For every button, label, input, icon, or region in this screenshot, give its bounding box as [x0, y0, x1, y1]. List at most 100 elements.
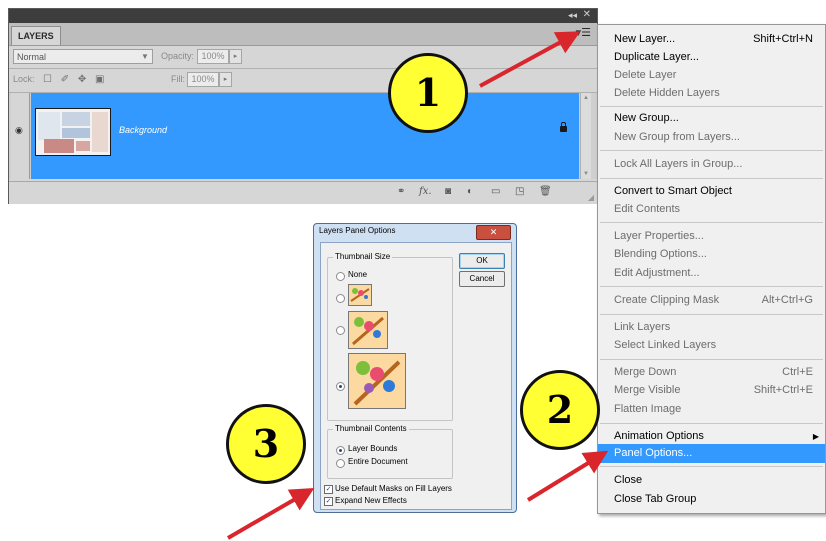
blend-mode-select[interactable]: Normal ▼	[13, 49, 153, 64]
menu-item-flatten-image[interactable]: Flatten Image	[598, 400, 825, 419]
menu-item-delete-layer[interactable]: Delete Layer	[598, 66, 825, 85]
cancel-button[interactable]: Cancel	[459, 271, 505, 287]
thumbnail-size-title: Thumbnail Size	[333, 252, 393, 261]
arrow-to-panel-options	[526, 450, 609, 502]
blend-row: Normal ▼ Opacity: 100% ▸	[9, 46, 597, 68]
fill-field[interactable]: 100%	[187, 72, 219, 87]
menu-item-new-group[interactable]: New Group...	[598, 109, 825, 128]
layer-row-background[interactable]: Background	[31, 93, 579, 179]
radio-thumbnail-medium[interactable]	[336, 326, 345, 335]
menu-item-new-group-from-layers[interactable]: New Group from Layers...	[598, 128, 825, 147]
new-layer-icon[interactable]: ◳	[515, 186, 524, 197]
menu-item-duplicate-layer[interactable]: Duplicate Layer...	[598, 48, 825, 67]
thumbnail-contents-title: Thumbnail Contents	[333, 424, 409, 433]
menu-item-panel-options[interactable]: Panel Options...	[598, 444, 825, 463]
radio-thumbnail-large[interactable]	[336, 382, 345, 391]
menu-item-close-tab-group[interactable]: Close Tab Group	[598, 490, 825, 509]
scroll-up-icon[interactable]: ▲	[583, 95, 589, 101]
menu-item-label: Merge Visible	[614, 384, 681, 396]
menu-item-label: Edit Adjustment...	[614, 267, 700, 279]
expand-new-effects-checkbox[interactable]: ✓	[324, 497, 333, 506]
ok-button[interactable]: OK	[459, 253, 505, 269]
layer-thumbnail	[35, 108, 111, 156]
menu-separator	[600, 359, 823, 360]
menu-separator	[600, 106, 823, 107]
expand-new-effects-label: Expand New Effects	[335, 496, 407, 505]
panel-menu-icon[interactable]: ▾☰	[576, 28, 591, 39]
radio-thumbnail-none[interactable]	[336, 272, 345, 281]
trash-icon[interactable]: 🗑	[539, 186, 552, 197]
menu-item-label: Animation Options	[614, 430, 704, 442]
menu-item-link-layers[interactable]: Link Layers	[598, 318, 825, 337]
menu-item-label: Duplicate Layer...	[614, 51, 699, 63]
dialog-title: Layers Panel Options	[319, 226, 396, 235]
fill-arrow-icon[interactable]: ▸	[219, 72, 232, 87]
menu-item-edit-adjustment[interactable]: Edit Adjustment...	[598, 264, 825, 283]
layers-panel: ◂◂ ✕ LAYERS ▾☰ Normal ▼ Opacity: 100% ▸ …	[8, 8, 598, 204]
menu-item-label: Blending Options...	[614, 248, 707, 260]
radio-entire-document[interactable]	[336, 459, 345, 468]
menu-item-label: Close Tab Group	[614, 493, 697, 505]
layers-panel-menu: New Layer... Shift+Ctrl+N Duplicate Layer…	[597, 24, 826, 514]
layers-list: ◉ Background	[9, 93, 597, 179]
layers-scrollbar[interactable]: ▲ ▼	[580, 93, 591, 179]
menu-item-label: Close	[614, 474, 643, 486]
menu-item-label: New Group...	[614, 112, 679, 124]
menu-item-create-clipping-mask[interactable]: Create Clipping Mask Alt+Ctrl+G	[598, 291, 825, 310]
layer-bounds-label: Layer Bounds	[348, 444, 398, 453]
menu-separator	[600, 222, 823, 223]
menu-item-close[interactable]: Close	[598, 471, 825, 490]
menu-item-label: New Group from Layers...	[614, 131, 740, 143]
new-group-icon[interactable]: ▭	[491, 186, 500, 197]
eye-icon[interactable]: ◉	[15, 125, 23, 136]
thumbnail-size-group: Thumbnail Size None	[327, 252, 453, 421]
adjustment-layer-icon[interactable]: ◐	[467, 186, 473, 197]
menu-item-layer-properties[interactable]: Layer Properties...	[598, 227, 825, 246]
close-icon[interactable]: ✕	[583, 9, 591, 20]
dialog-close-button[interactable]: ✕	[476, 225, 511, 240]
menu-separator	[600, 423, 823, 424]
use-default-masks-checkbox[interactable]: ✓	[324, 485, 333, 494]
menu-item-label: New Layer...	[614, 33, 676, 45]
opacity-field[interactable]: 100%	[197, 49, 229, 64]
none-label: None	[348, 270, 368, 279]
menu-item-delete-hidden-layers[interactable]: Delete Hidden Layers	[598, 84, 825, 103]
radio-layer-bounds[interactable]	[336, 446, 345, 455]
menu-item-lock-all-layers[interactable]: Lock All Layers in Group...	[598, 155, 825, 174]
resize-grip-icon[interactable]: ◢	[588, 193, 594, 202]
opacity-label: Opacity:	[161, 51, 195, 61]
scroll-down-icon[interactable]: ▼	[583, 171, 589, 177]
radio-thumbnail-small[interactable]	[336, 294, 345, 303]
lock-options-icon[interactable]: ☐ ✐ ✥ ▣	[43, 74, 108, 85]
link-layers-icon[interactable]: ⚭	[397, 186, 405, 197]
menu-item-merge-visible[interactable]: Merge Visible Shift+Ctrl+E	[598, 381, 825, 400]
menu-item-label: Convert to Smart Object	[614, 185, 732, 197]
layers-panel-options-dialog: Layers Panel Options ✕ Thumbnail Size No…	[313, 223, 517, 513]
add-mask-icon[interactable]: ◙	[445, 186, 451, 197]
medium-thumbnail-icon	[348, 311, 388, 349]
menu-item-shortcut: Shift+Ctrl+E	[753, 384, 813, 396]
entire-document-label: Entire Document	[348, 457, 408, 466]
menu-separator	[600, 466, 823, 467]
menu-item-blending-options[interactable]: Blending Options...	[598, 245, 825, 264]
collapse-icon[interactable]: ◂◂	[568, 10, 577, 21]
fx-icon[interactable]: fx.	[419, 186, 432, 197]
menu-item-merge-down[interactable]: Merge Down Ctrl+E	[598, 363, 825, 382]
menu-item-new-layer[interactable]: New Layer... Shift+Ctrl+N	[598, 30, 825, 49]
lock-icon	[560, 122, 567, 132]
menu-item-shortcut: Ctrl+E	[782, 366, 813, 378]
callout-step-2: 2	[520, 370, 600, 450]
menu-item-convert-to-smart-object[interactable]: Convert to Smart Object	[598, 182, 825, 201]
opacity-arrow-icon[interactable]: ▸	[229, 49, 242, 64]
menu-separator	[600, 150, 823, 151]
layer-name: Background	[119, 125, 168, 135]
menu-item-edit-contents[interactable]: Edit Contents	[598, 200, 825, 219]
thumbnail-contents-group: Thumbnail Contents Layer Bounds Entire D…	[327, 424, 453, 479]
large-thumbnail-icon	[348, 353, 406, 409]
visibility-cell[interactable]: ◉	[11, 93, 30, 179]
panel-title-bar: ◂◂ ✕	[9, 9, 597, 23]
menu-item-select-linked-layers[interactable]: Select Linked Layers	[598, 336, 825, 355]
menu-separator	[600, 178, 823, 179]
menu-item-label: Select Linked Layers	[614, 339, 717, 351]
tab-layers[interactable]: LAYERS	[11, 26, 61, 45]
